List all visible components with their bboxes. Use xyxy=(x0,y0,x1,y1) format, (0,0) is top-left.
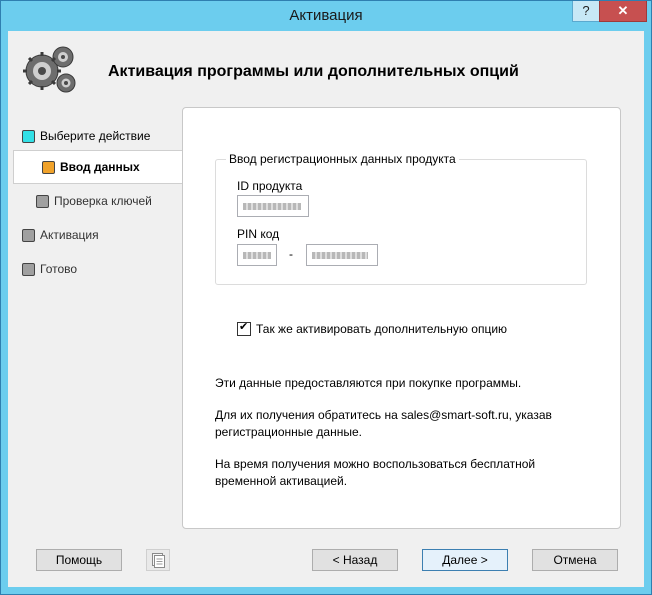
window-title: Активация xyxy=(289,7,363,24)
step-label: Готово xyxy=(40,262,78,276)
document-icon xyxy=(152,553,165,568)
step-label: Проверка ключей xyxy=(54,194,152,208)
step-choose-action: Выберите действие xyxy=(8,119,184,153)
document-button[interactable] xyxy=(146,549,170,571)
step-enter-data: Ввод данных xyxy=(13,150,183,184)
content-panel: Ввод регистрационных данных продукта ID … xyxy=(182,107,621,529)
step-activation: Активация xyxy=(8,218,184,252)
extra-options-label[interactable]: Так же активировать дополнительную опцию xyxy=(256,322,507,336)
step-status-icon xyxy=(22,129,35,143)
step-check-keys: Проверка ключей xyxy=(8,184,184,218)
pin-field-part1[interactable] xyxy=(237,244,277,266)
info-text-2: Для их получения обратитесь на sales@sma… xyxy=(215,408,552,439)
extra-options-checkbox-row[interactable]: Так же активировать дополнительную опцию xyxy=(237,320,507,336)
group-title: Ввод регистрационных данных продукта xyxy=(226,152,459,166)
pin-field-part2[interactable] xyxy=(306,244,378,266)
masked-value xyxy=(312,252,368,259)
step-status-icon xyxy=(22,228,35,242)
registration-data-group: Ввод регистрационных данных продукта ID … xyxy=(215,152,587,285)
masked-value xyxy=(243,203,301,210)
pin-separator: - xyxy=(289,247,293,261)
extra-options-checkbox[interactable] xyxy=(237,320,251,336)
help-button[interactable]: Помощь xyxy=(36,549,122,571)
pin-label: PIN код xyxy=(237,227,280,241)
dialog-header: Активация программы или дополнительных о… xyxy=(8,31,644,105)
step-label: Ввод данных xyxy=(60,160,140,174)
step-status-icon xyxy=(36,194,49,208)
step-status-icon xyxy=(42,160,55,174)
next-button[interactable]: Далее > xyxy=(422,549,508,571)
step-done: Готово xyxy=(8,252,184,286)
cancel-button[interactable]: Отмена xyxy=(532,549,618,571)
step-status-icon xyxy=(22,262,35,276)
header-title: Активация программы или дополнительных о… xyxy=(108,63,519,80)
masked-value xyxy=(243,252,271,259)
info-text-3: На время получения можно воспользоваться… xyxy=(215,457,536,488)
close-button[interactable]: ✕ xyxy=(599,1,647,22)
dialog-body: Активация программы или дополнительных о… xyxy=(8,31,644,587)
title-bar[interactable]: Активация ? ✕ xyxy=(1,1,651,31)
gears-icon xyxy=(23,46,76,93)
product-id-label: ID продукта xyxy=(237,179,303,193)
help-title-button[interactable]: ? xyxy=(572,1,600,22)
activation-window: Активация ? ✕ Активация программы или до… xyxy=(0,0,652,595)
step-label: Выберите действие xyxy=(40,129,151,143)
step-label: Активация xyxy=(40,228,99,242)
product-id-field[interactable] xyxy=(237,195,309,217)
back-button[interactable]: < Назад xyxy=(312,549,398,571)
info-text-1: Эти данные предоставляются при покупке п… xyxy=(215,376,522,390)
